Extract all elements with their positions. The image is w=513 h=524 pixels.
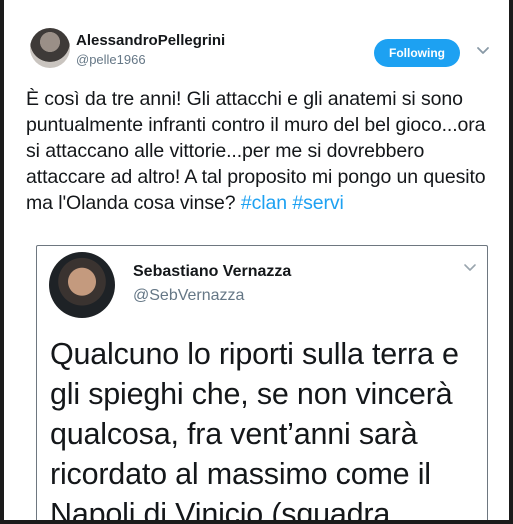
author-name[interactable]: AlessandroPellegrini [76, 32, 225, 49]
frame-top [0, 0, 513, 8]
frame-bottom [0, 520, 513, 524]
embedded-tweet-text: Qualcuno lo riporti sulla terra e gli sp… [50, 337, 459, 524]
frame-right [509, 0, 513, 524]
author-handle[interactable]: @pelle1966 [76, 52, 146, 67]
hashtag-servi[interactable]: #servi [292, 192, 344, 214]
author-avatar[interactable] [30, 28, 70, 68]
hashtag-clan[interactable]: #clan [241, 192, 287, 214]
embedded-author-avatar[interactable] [49, 252, 115, 318]
embedded-author-name[interactable]: Sebastiano Vernazza [133, 263, 291, 281]
following-button[interactable]: Following [374, 39, 460, 67]
embedded-tweet[interactable]: Sebastiano Vernazza @SebVernazza Qualcun… [36, 245, 488, 524]
tweet-text: È così da tre anni! Gli attacchi e gli a… [26, 86, 496, 216]
chevron-down-icon[interactable] [463, 261, 477, 275]
tweet-card: AlessandroPellegrini @pelle1966 Followin… [4, 8, 509, 524]
embedded-author-handle[interactable]: @SebVernazza [133, 287, 244, 305]
chevron-down-icon[interactable] [476, 44, 490, 58]
